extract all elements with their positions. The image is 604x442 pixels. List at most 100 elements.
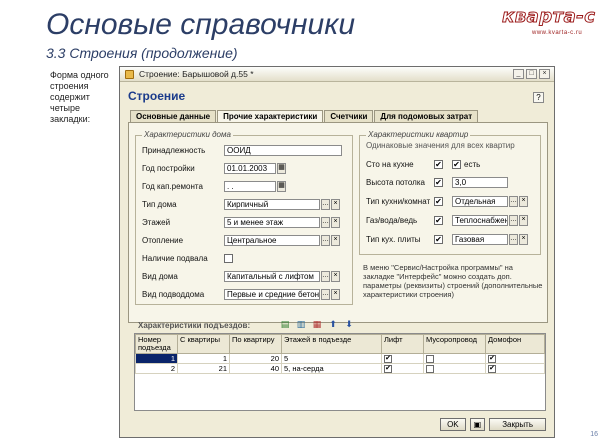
table-header-row: Номер подъезда С квартиры По квартиру Эт… [135,334,545,354]
floors-field[interactable]: 5 и менее этаж [224,217,320,228]
delete-row-icon[interactable]: ▦ [312,319,322,329]
col-from-apartment[interactable]: С квартиры [177,334,230,354]
close-window-button[interactable]: × [539,69,550,79]
clear-icon[interactable]: × [519,215,528,226]
stove-type-label: Тип кух. плиты [366,235,421,244]
cell-from[interactable]: 1 [177,352,230,365]
move-down-icon[interactable]: ⬇ [344,319,354,329]
kitchen-checkbox[interactable]: ✔ [434,160,443,169]
table-row[interactable]: 2 21 40 5, на-серда ✔ ✔ [135,363,545,375]
col-lift[interactable]: Лифт [381,334,424,354]
gas-water-checkbox[interactable]: ✔ [434,216,443,225]
garbage-chute-checkbox[interactable] [426,355,434,364]
entrances-table[interactable]: Номер подъезда С квартиры По квартиру Эт… [134,333,546,411]
intercom-checkbox[interactable]: ✔ [488,365,496,374]
cell-entrance-number[interactable]: 1 [135,352,178,365]
close-button[interactable]: Закрыть [489,418,546,431]
repair-year-label: Год кап.ремонта [142,182,203,191]
rooms-type-checkbox[interactable]: ✔ [434,197,443,206]
clear-icon[interactable]: × [331,217,340,228]
cell-trash[interactable] [423,363,486,375]
slide-subtitle: 3.3 Строения (продолжение) [46,45,238,61]
subhouse-kind-label: Вид подводдома [142,290,205,299]
tab-house-costs[interactable]: Для подомовых затрат [374,110,479,122]
heating-label: Отопление [142,236,184,245]
info-text: В меню "Сервис/Настройка программы" на з… [363,263,543,299]
clear-icon[interactable]: × [331,289,340,300]
maximize-button[interactable]: □ [526,69,537,79]
select-dots-icon[interactable]: … [321,271,330,282]
clear-icon[interactable]: × [331,271,340,282]
ownership-field[interactable]: ООИД [224,145,342,156]
move-up-icon[interactable]: ⬆ [328,319,338,329]
save-icon[interactable]: ▣ [469,418,486,431]
col-entrance-number[interactable]: Номер подъезда [135,334,178,354]
select-dots-icon[interactable]: … [509,215,518,226]
house-type-field[interactable]: Кирпичный [224,199,320,210]
cell-lift[interactable]: ✔ [381,363,424,375]
intercom-checkbox[interactable]: ✔ [488,355,496,364]
help-button[interactable]: ? [533,92,544,103]
cell-lift[interactable]: ✔ [381,352,424,365]
col-garbage-chute[interactable]: Мусоропровод [423,334,486,354]
stove-type-checkbox[interactable]: ✔ [434,235,443,244]
ok-button[interactable]: OK [440,418,466,431]
house-characteristics-title: Характеристики дома [142,130,233,139]
cell-to[interactable]: 40 [229,363,282,375]
tab-meters[interactable]: Счетчики [324,110,374,122]
calendar-icon[interactable]: ▦ [277,181,286,192]
subhouse-kind-field[interactable]: Первые и средние бетон [224,289,320,300]
minimize-button[interactable]: _ [513,69,524,79]
gas-water-label: Газ/вода/ведь [366,216,418,225]
apartment-note: Одинаковые значения для всех квартир [366,141,515,150]
window-titlebar[interactable]: Строение: Барышовой д.55 * _ □ × [120,67,554,82]
logo-text: кварта-с [501,6,596,28]
col-floors[interactable]: Этажей в подъезде [281,334,382,354]
clear-icon[interactable]: × [519,196,528,207]
stove-type-field[interactable]: Газовая [452,234,508,245]
gas-water-field[interactable]: Теплоснабжение [452,215,508,226]
cell-intercom[interactable]: ✔ [485,352,545,365]
lift-checkbox[interactable]: ✔ [384,355,392,364]
table-row[interactable]: 1 1 20 5 ✔ ✔ [135,352,545,365]
clear-icon[interactable]: × [331,199,340,210]
clear-icon[interactable]: × [331,235,340,246]
add-row-icon[interactable]: ▤ [280,319,290,329]
ceiling-height-checkbox[interactable]: ✔ [434,178,443,187]
col-to-apartment[interactable]: По квартиру [229,334,282,354]
cell-to[interactable]: 20 [229,352,282,365]
garbage-chute-checkbox[interactable] [426,365,434,374]
cell-trash[interactable] [423,352,486,365]
ceiling-height-field[interactable]: 3,0 [452,177,508,188]
build-year-field[interactable]: 01.01.2003 [224,163,276,174]
calendar-icon[interactable]: ▦ [277,163,286,174]
cell-from[interactable]: 21 [177,363,230,375]
rooms-type-field[interactable]: Отдельная [452,196,508,207]
select-dots-icon[interactable]: … [321,217,330,228]
select-dots-icon[interactable]: … [321,235,330,246]
select-dots-icon[interactable]: … [509,234,518,245]
house-kind-label: Вид дома [142,272,178,281]
floors-label: Этажей [142,218,171,227]
tab-main-data[interactable]: Основные данные [130,110,217,122]
cell-floors[interactable]: 5 [281,352,382,365]
cell-entrance-number[interactable]: 2 [135,363,178,375]
select-dots-icon[interactable]: … [509,196,518,207]
folder-icon [125,70,134,79]
basement-checkbox[interactable] [224,254,233,263]
house-kind-field[interactable]: Капитальный с лифтом [224,271,320,282]
bottom-buttons: OK ▣ Закрыть [440,418,546,431]
repair-year-field[interactable]: . . [224,181,276,192]
slide-title: Основые справочники [46,8,356,41]
kitchen-exists-checkbox[interactable]: ✔ [452,160,461,169]
cell-floors[interactable]: 5, на-серда [281,363,382,375]
heating-field[interactable]: Центральное [224,235,320,246]
clear-icon[interactable]: × [519,234,528,245]
copy-row-icon[interactable]: ▥ [296,319,306,329]
select-dots-icon[interactable]: … [321,289,330,300]
lift-checkbox[interactable]: ✔ [384,365,392,374]
cell-intercom[interactable]: ✔ [485,363,545,375]
build-year-label: Год постройки [142,164,195,173]
select-dots-icon[interactable]: … [321,199,330,210]
col-intercom[interactable]: Домофон [485,334,545,354]
